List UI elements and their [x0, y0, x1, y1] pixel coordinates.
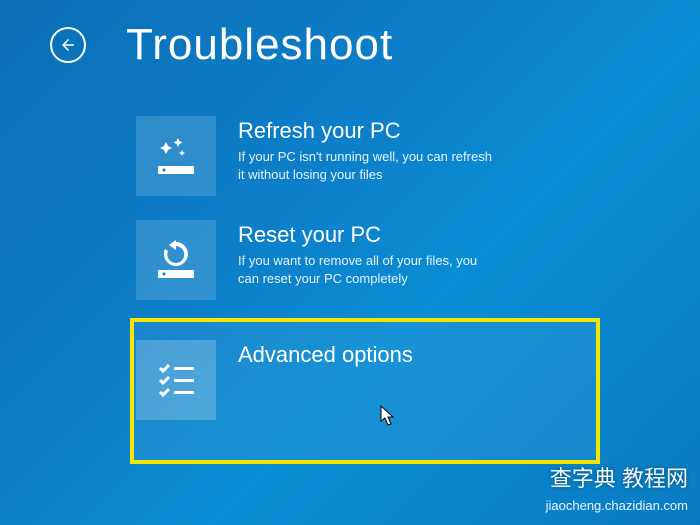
option-desc: If your PC isn't running well, you can r… [238, 148, 498, 183]
sparkle-drive-icon [136, 116, 216, 196]
option-reset-pc[interactable]: Reset your PC If you want to remove all … [130, 214, 600, 306]
header: Troubleshoot [0, 0, 700, 80]
back-arrow-icon [59, 36, 77, 54]
options-list: Refresh your PC If your PC isn't running… [0, 80, 700, 464]
option-title: Refresh your PC [238, 118, 498, 144]
watermark-text: 查字典 教程网 [550, 461, 688, 493]
option-desc: If you want to remove all of your files,… [238, 252, 498, 287]
reset-drive-icon [136, 220, 216, 300]
watermark-url: jiaocheng.chazidian.com [546, 498, 688, 513]
option-advanced-options[interactable]: Advanced options [130, 318, 600, 464]
option-text: Refresh your PC If your PC isn't running… [238, 116, 498, 183]
option-text: Reset your PC If you want to remove all … [238, 220, 498, 287]
list-icon [136, 340, 216, 420]
option-title: Reset your PC [238, 222, 498, 248]
option-refresh-pc[interactable]: Refresh your PC If your PC isn't running… [130, 110, 600, 202]
back-button[interactable] [50, 27, 86, 63]
option-title: Advanced options [238, 342, 413, 368]
page-title: Troubleshoot [126, 20, 393, 70]
option-text: Advanced options [238, 340, 413, 372]
